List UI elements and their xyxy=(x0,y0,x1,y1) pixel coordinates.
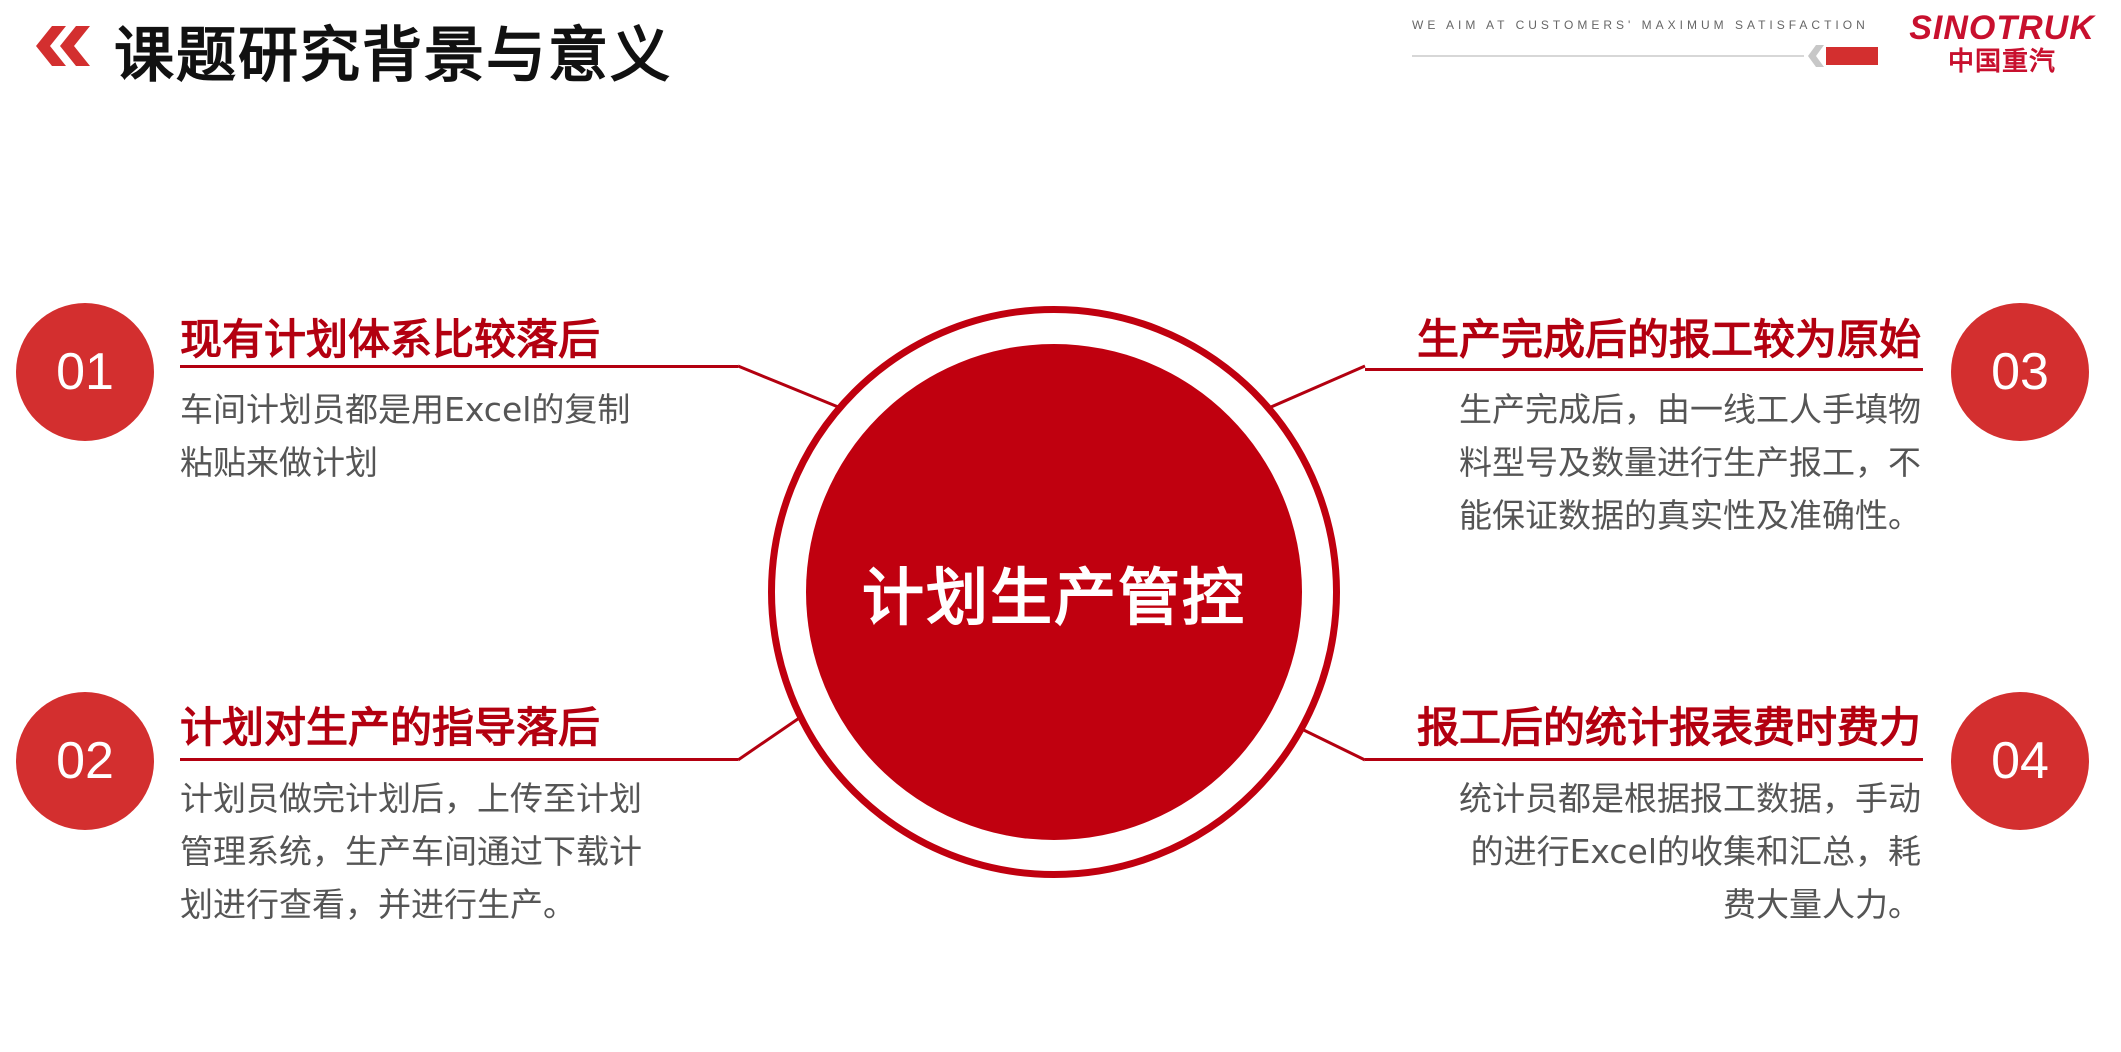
section-01-line: 车间计划员都是用Excel的复制 xyxy=(180,390,631,429)
section-03-line: 能保证数据的真实性及准确性。 xyxy=(1459,496,1921,535)
section-04-line: 统计员都是根据报工数据，手动 xyxy=(1459,779,1921,818)
section-01-rule xyxy=(180,365,738,368)
center-circle: 计划生产管控 xyxy=(806,344,1302,840)
section-02-line: 管理系统，生产车间通过下载计 xyxy=(180,832,642,871)
section-02-body: 计划员做完计划后，上传至计划 管理系统，生产车间通过下载计 划进行查看，并进行生… xyxy=(180,772,642,931)
center-title: 计划生产管控 xyxy=(861,561,1246,634)
badge-04: 04 xyxy=(1951,692,2089,830)
badge-03: 03 xyxy=(1951,303,2089,441)
section-02-title: 计划对生产的指导落后 xyxy=(180,703,601,752)
section-02-line: 划进行查看，并进行生产。 xyxy=(180,885,576,924)
section-04-line: 的进行Excel的收集和汇总，耗 xyxy=(1470,832,1921,871)
section-04-body: 统计员都是根据报工数据，手动 的进行Excel的收集和汇总，耗 费大量人力。 xyxy=(1459,772,1921,931)
section-03-line: 料型号及数量进行生产报工，不 xyxy=(1459,443,1921,482)
section-04-rule xyxy=(1365,758,1923,761)
section-01-body: 车间计划员都是用Excel的复制 粘贴来做计划 xyxy=(180,383,630,489)
badge-01: 01 xyxy=(16,303,154,441)
section-03-body: 生产完成后，由一线工人手填物 料型号及数量进行生产报工，不 能保证数据的真实性及… xyxy=(1459,383,1921,542)
section-03-rule xyxy=(1365,368,1923,371)
section-03-line: 生产完成后，由一线工人手填物 xyxy=(1459,390,1921,429)
section-02-line: 计划员做完计划后，上传至计划 xyxy=(180,779,642,818)
section-01-title: 现有计划体系比较落后 xyxy=(180,315,601,364)
section-01-line: 粘贴来做计划 xyxy=(180,443,378,482)
section-02-rule xyxy=(180,758,738,761)
badge-02: 02 xyxy=(16,692,154,830)
section-04-line: 费大量人力。 xyxy=(1723,885,1921,924)
section-04-title: 报工后的统计报表费时费力 xyxy=(1416,703,1921,752)
section-03-title: 生产完成后的报工较为原始 xyxy=(1416,315,1921,364)
